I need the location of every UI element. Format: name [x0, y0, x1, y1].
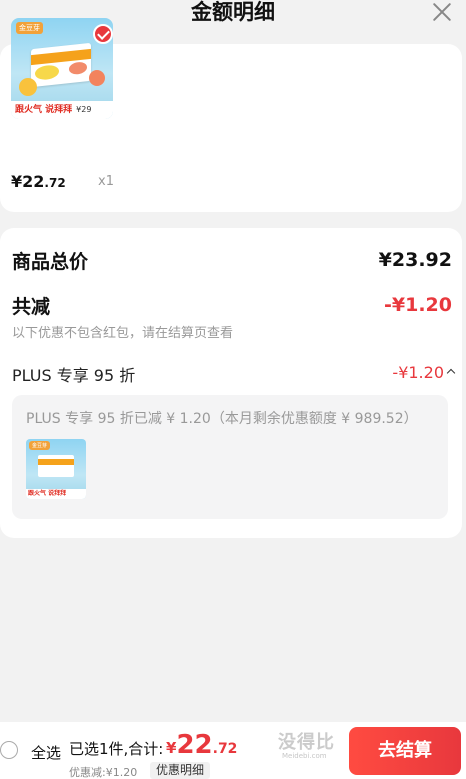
- product-box-image: [31, 42, 91, 88]
- selected-summary: 已选1件,合计:: [69, 740, 164, 758]
- select-all-label[interactable]: 全选: [31, 742, 61, 763]
- thumb-banner: 跟火气 说拜拜 ¥29: [11, 101, 113, 119]
- thumb-slogan: 跟火气 说拜拜: [15, 105, 73, 115]
- mini-brand-logo: 金豆芽: [29, 441, 51, 450]
- product-price: ¥22.72: [11, 172, 66, 191]
- plus-detail-text: PLUS 专享 95 折已减 ¥ 1.20（本月剩余优惠额度 ¥ 989.52）: [26, 411, 418, 427]
- total-currency: ¥: [166, 739, 177, 757]
- reduce-value: -¥1.20: [384, 294, 452, 316]
- mini-product-image: 金豆芽 跟火气 说拜拜: [26, 439, 86, 499]
- check-icon[interactable]: [93, 24, 113, 44]
- total-value: ¥23.92: [378, 249, 452, 271]
- mini-slogan: 跟火气 说拜拜: [26, 489, 86, 499]
- plus-discount-label[interactable]: PLUS 专享 95 折: [12, 362, 135, 386]
- total-dec: .72: [212, 741, 238, 757]
- product-image[interactable]: 金豆芽 跟火气 说拜拜 ¥29: [11, 18, 113, 119]
- fruit-icon: [19, 78, 37, 96]
- total-label: 商品总价: [12, 251, 89, 273]
- product-price-int: ¥22: [11, 172, 45, 191]
- discount-amount: 优惠减:¥1.20: [69, 766, 138, 779]
- select-all-radio[interactable]: [0, 741, 18, 759]
- total-int: 22: [176, 730, 213, 760]
- reduce-label: 共减: [12, 296, 51, 318]
- total-price: ¥22.72: [166, 730, 237, 760]
- bottom-bar: 全选 已选1件,合计: ¥22.72 优惠减:¥1.20 优惠明细 去结算: [0, 722, 466, 779]
- discount-note: 以下优惠不包含红包，请在结算页查看: [12, 326, 234, 341]
- watermark: 没得比: [278, 732, 335, 753]
- close-icon[interactable]: [432, 2, 452, 22]
- product-quantity: x1: [98, 174, 114, 189]
- product-price-dec: .72: [44, 176, 66, 190]
- discount-detail-button[interactable]: 优惠明细: [150, 762, 211, 779]
- fruit-icon: [89, 70, 105, 86]
- checkout-button[interactable]: 去结算: [349, 727, 461, 775]
- plus-discount-value[interactable]: -¥1.20: [392, 363, 444, 382]
- plus-detail-panel: PLUS 专享 95 折已减 ¥ 1.20（本月剩余优惠额度 ¥ 989.52）…: [12, 395, 448, 519]
- thumb-price: ¥29: [76, 105, 92, 114]
- thumb-brand-logo: 金豆芽: [16, 22, 43, 34]
- watermark-sub: Meidebi.com: [282, 752, 327, 760]
